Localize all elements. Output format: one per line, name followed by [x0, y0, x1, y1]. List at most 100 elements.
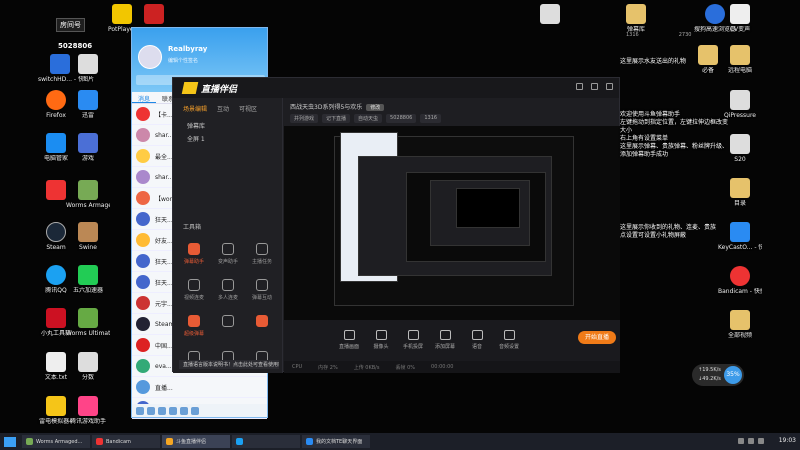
app-icon[interactable] — [147, 406, 155, 415]
tool-label: 主播任务 — [251, 259, 272, 265]
minimize-icon[interactable] — [576, 83, 583, 90]
control-icon — [439, 330, 451, 340]
desktop-icon[interactable]: Bandicam - 快捷方式 — [718, 266, 762, 295]
taskbar: Worms Armaged... Bandicam 斗鱼直播伴侣 我的文档TE聊天界面… — [0, 433, 800, 450]
control-label: 音频设置 — [498, 344, 519, 350]
control-button[interactable]: 音频设置 — [494, 330, 524, 350]
tool-item[interactable] — [211, 315, 245, 337]
status-bar: CPU 内存 2% 上传 0KB/s 丢帧 0% 00:00:00 — [284, 361, 620, 373]
network-icon[interactable] — [758, 438, 764, 444]
notice-bar[interactable]: 直播语言版本说明书！点击此处可查看使用帮助 — [179, 360, 279, 369]
desktop-icon[interactable] — [528, 4, 572, 26]
control-label: 语音 — [471, 344, 482, 350]
tab-scene[interactable]: 场景编辑 — [183, 104, 207, 113]
desktop-icon[interactable]: 迅雷 — [66, 90, 110, 119]
desktop-icon[interactable]: 分数 — [66, 352, 110, 381]
close-icon[interactable] — [606, 83, 613, 90]
start-live-button[interactable]: 开始直播 — [578, 331, 616, 344]
desktop-icon[interactable]: 五六加速器 — [66, 265, 110, 294]
taskbar-item[interactable]: 斗鱼直播伴侣 — [162, 435, 230, 448]
source-item[interactable]: 弹幕库 — [173, 119, 282, 132]
control-icon — [471, 330, 483, 340]
system-tray — [738, 438, 764, 444]
game-icon — [78, 133, 98, 153]
tool-label: 多人连麦 — [217, 295, 238, 301]
list-item[interactable]: 直播... — [132, 377, 267, 398]
desktop-icon[interactable]: Worms Armaged... — [66, 180, 110, 209]
window-controls — [576, 83, 613, 90]
control-button[interactable]: 摄像头 — [366, 330, 396, 350]
start-icon[interactable] — [4, 436, 16, 447]
tool-item[interactable]: 弹幕互动 — [245, 279, 279, 301]
control-button[interactable]: 直播画面 — [334, 330, 364, 350]
tool-item[interactable]: 超级弹幕 — [177, 315, 211, 337]
control-button[interactable]: 添加屏幕 — [430, 330, 460, 350]
tool-label: 弹幕互动 — [251, 295, 272, 301]
control-icon — [343, 330, 355, 340]
desktop-icon[interactable]: CV变声 — [718, 4, 762, 33]
desktop-icon[interactable]: 目录 — [718, 178, 762, 207]
text-file-icon — [46, 352, 66, 372]
volume-icon[interactable] — [748, 438, 754, 444]
app-icon — [46, 308, 66, 328]
tab-interact[interactable]: 互动 — [217, 104, 229, 113]
control-icon — [503, 330, 515, 340]
control-button[interactable]: 语音 — [462, 330, 492, 350]
tool-item[interactable]: 弹幕助手 — [177, 243, 211, 265]
tool-item[interactable]: 多人连麦 — [211, 279, 245, 301]
taskbar-item[interactable]: 我的文档TE聊天界面 — [302, 435, 370, 448]
desktop-icon[interactable]: 弹幕库 — [614, 4, 658, 33]
contact-name: 直播... — [155, 384, 173, 392]
edit-button[interactable]: 修改 — [366, 104, 385, 111]
desktop-icon[interactable]: Swine — [66, 222, 110, 251]
tag: 5028806 — [386, 114, 417, 123]
app-icon — [730, 134, 750, 154]
image-icon — [78, 54, 98, 74]
app-icon[interactable] — [158, 406, 166, 415]
tag: 1316 — [420, 114, 442, 123]
avatar[interactable] — [138, 45, 162, 69]
avatar — [136, 338, 150, 352]
taskbar-item[interactable]: Bandicam — [92, 435, 160, 448]
tab-visible[interactable]: 可视区 — [239, 104, 257, 113]
tag[interactable]: 并列游戏 — [290, 114, 319, 123]
desktop-icon[interactable]: 腾讯游戏助手 — [66, 396, 110, 425]
app-icon[interactable] — [180, 406, 188, 415]
stream-tags: 并列游戏 记下直播 自动天虫 5028806 1316 — [290, 114, 614, 123]
menu-icon[interactable] — [136, 406, 144, 415]
tool-item[interactable]: 视频连麦 — [177, 279, 211, 301]
desktop-icon[interactable] — [132, 4, 176, 26]
tool-label: 弹幕助手 — [183, 259, 204, 265]
tray-icon[interactable] — [738, 438, 744, 444]
overlay-line: 左键拖动到指定位置，左键拉伸边框改变大小 — [620, 119, 729, 134]
tool-item[interactable]: 变声助手 — [211, 243, 245, 265]
taskbar-item[interactable] — [232, 435, 300, 448]
desktop-icon[interactable]: 游戏 — [66, 133, 110, 162]
live-companion-window[interactable]: 直播伴侣 场景编辑 互动 可视区 弹幕库 全屏 1 工具箱 弹幕助手 变声助手 主播… — [172, 77, 620, 373]
overlay-line: 这里展示你收到的礼物、连麦、贵族 — [620, 224, 717, 231]
tool-item[interactable]: 主播任务 — [245, 243, 279, 265]
desktop-icon[interactable]: 全部视频 — [718, 310, 762, 339]
app-icon[interactable] — [191, 406, 199, 415]
source-item[interactable]: 全屏 1 — [173, 132, 282, 145]
upload-speed: ↑19.5K/s — [698, 367, 721, 373]
desktop-icon[interactable]: Worms Ultimat... — [66, 308, 110, 337]
desktop-icon[interactable]: 必备 — [686, 45, 730, 74]
app-icon — [96, 438, 103, 445]
live-preview[interactable] — [284, 126, 620, 320]
control-button[interactable]: 手机投屏 — [398, 330, 428, 350]
app-icon[interactable] — [169, 406, 177, 415]
desktop-icon[interactable]: 图片 — [66, 54, 110, 83]
clock[interactable]: 19:03 — [779, 437, 796, 444]
tag[interactable]: 记下直播 — [322, 114, 351, 123]
tool-item[interactable] — [245, 315, 279, 337]
gift-overlay: 这里展示你收到的礼物、连麦、贵族 点设置可设置小礼物屏蔽 — [620, 224, 730, 240]
network-speed-widget[interactable]: ↑19.5K/s ↓49.2K/s 35% — [692, 364, 744, 386]
taskbar-item[interactable]: Worms Armaged... — [22, 435, 90, 448]
tab-messages[interactable]: 消息 — [132, 92, 157, 103]
overlay-line: 欢迎使用斗鱼弹幕助手 — [620, 111, 681, 118]
maximize-icon[interactable] — [591, 83, 598, 90]
qq-signature[interactable]: 编辑个性签名 — [168, 57, 198, 64]
tool-icon — [256, 315, 268, 327]
avatar — [136, 191, 150, 205]
